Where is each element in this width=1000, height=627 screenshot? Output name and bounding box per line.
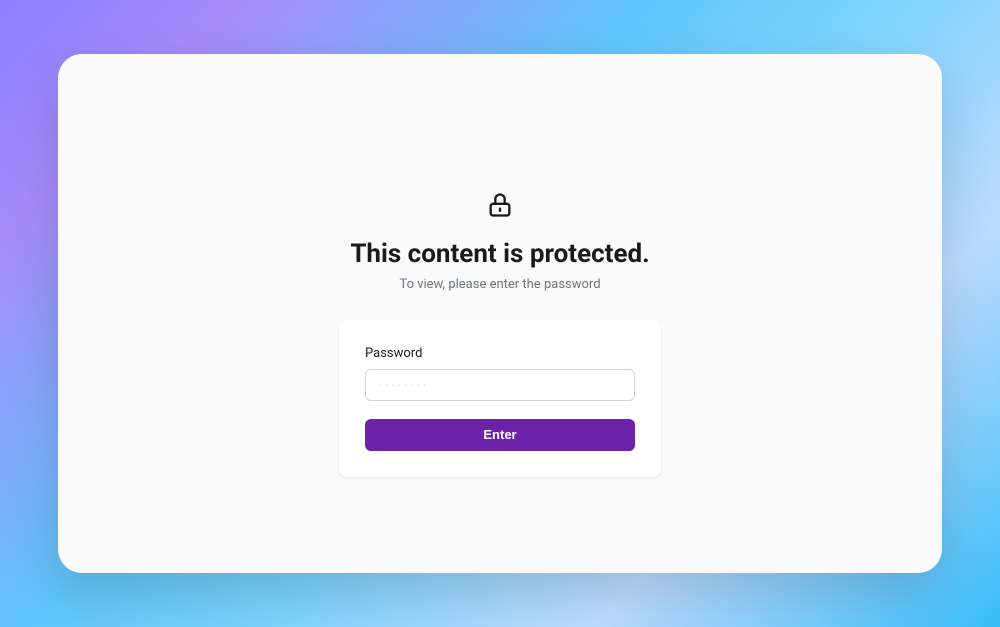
protected-content-card: This content is protected. To view, plea… — [58, 54, 942, 573]
password-input[interactable] — [365, 369, 635, 401]
page-subtitle: To view, please enter the password — [399, 277, 600, 292]
page-title: This content is protected. — [350, 239, 649, 269]
enter-button[interactable]: Enter — [365, 419, 635, 451]
password-form: Password Enter — [339, 320, 661, 477]
password-label: Password — [365, 346, 635, 361]
lock-icon — [486, 191, 514, 223]
